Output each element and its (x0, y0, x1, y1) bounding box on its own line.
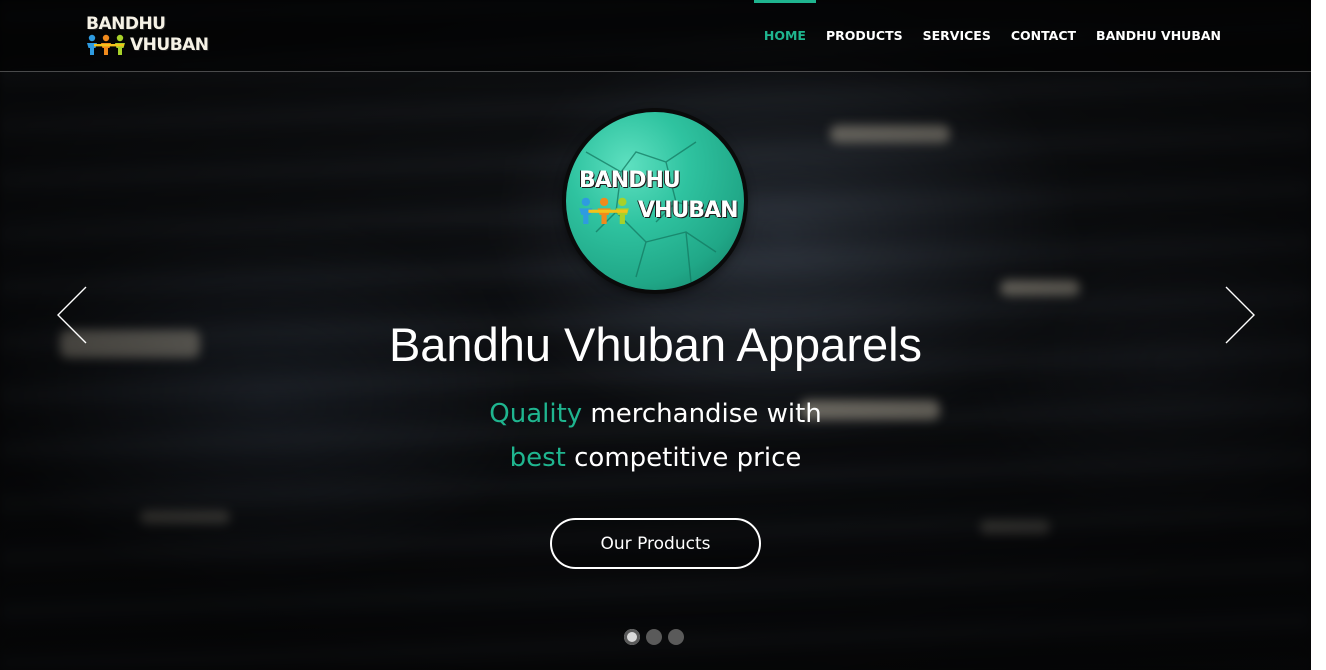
nav-bandhu-vhuban[interactable]: BANDHU VHUBAN (1086, 0, 1231, 71)
carousel-dot-2[interactable] (646, 629, 662, 645)
main-nav: HOME PRODUCTS SERVICES CONTACT BANDHU VH… (753, 0, 1231, 71)
nav-home[interactable]: HOME (753, 0, 817, 71)
brand-line2: VHUBAN (130, 35, 209, 55)
subtitle-text-2: competitive price (565, 443, 802, 473)
brand-logo[interactable]: BANDHU VHUBAN (86, 14, 216, 58)
hero-logo: BANDHU VHUBAN (566, 112, 744, 290)
page: BANDHU VHUBAN HOME PRODUCTS SERVICES CON… (0, 0, 1311, 670)
hero-title: Bandhu Vhuban Apparels (388, 318, 923, 371)
carousel-dot-1[interactable] (624, 629, 640, 645)
hero-subtitle-line2: best competitive price (0, 436, 1311, 480)
subtitle-accent-quality: Quality (489, 399, 583, 429)
nav-services[interactable]: SERVICES (913, 0, 1001, 71)
people-icon (579, 197, 629, 225)
hero-logo-line1: BANDHU (579, 168, 681, 193)
brand-line1: BANDHU (86, 14, 166, 34)
people-icon (87, 34, 125, 55)
subtitle-accent-best: best (509, 443, 566, 473)
our-products-button[interactable]: Our Products (550, 518, 761, 569)
hero-subtitle: Quality merchandise with best competitiv… (0, 392, 1311, 480)
hero-logo-line2: VHUBAN (638, 198, 739, 223)
chevron-right-icon[interactable] (1220, 286, 1260, 344)
navbar: BANDHU VHUBAN HOME PRODUCTS SERVICES CON… (0, 0, 1311, 72)
hero-carousel: BANDHU VHUBAN Bandhu Vhuban Apparels Qua… (0, 72, 1311, 670)
chevron-left-icon[interactable] (55, 286, 95, 344)
carousel-dot-3[interactable] (668, 629, 684, 645)
hero-subtitle-line1: Quality merchandise with (0, 392, 1311, 436)
nav-contact[interactable]: CONTACT (1001, 0, 1086, 71)
nav-products[interactable]: PRODUCTS (816, 0, 913, 71)
carousel-indicators (624, 629, 684, 645)
subtitle-text-1: merchandise with (582, 399, 822, 429)
